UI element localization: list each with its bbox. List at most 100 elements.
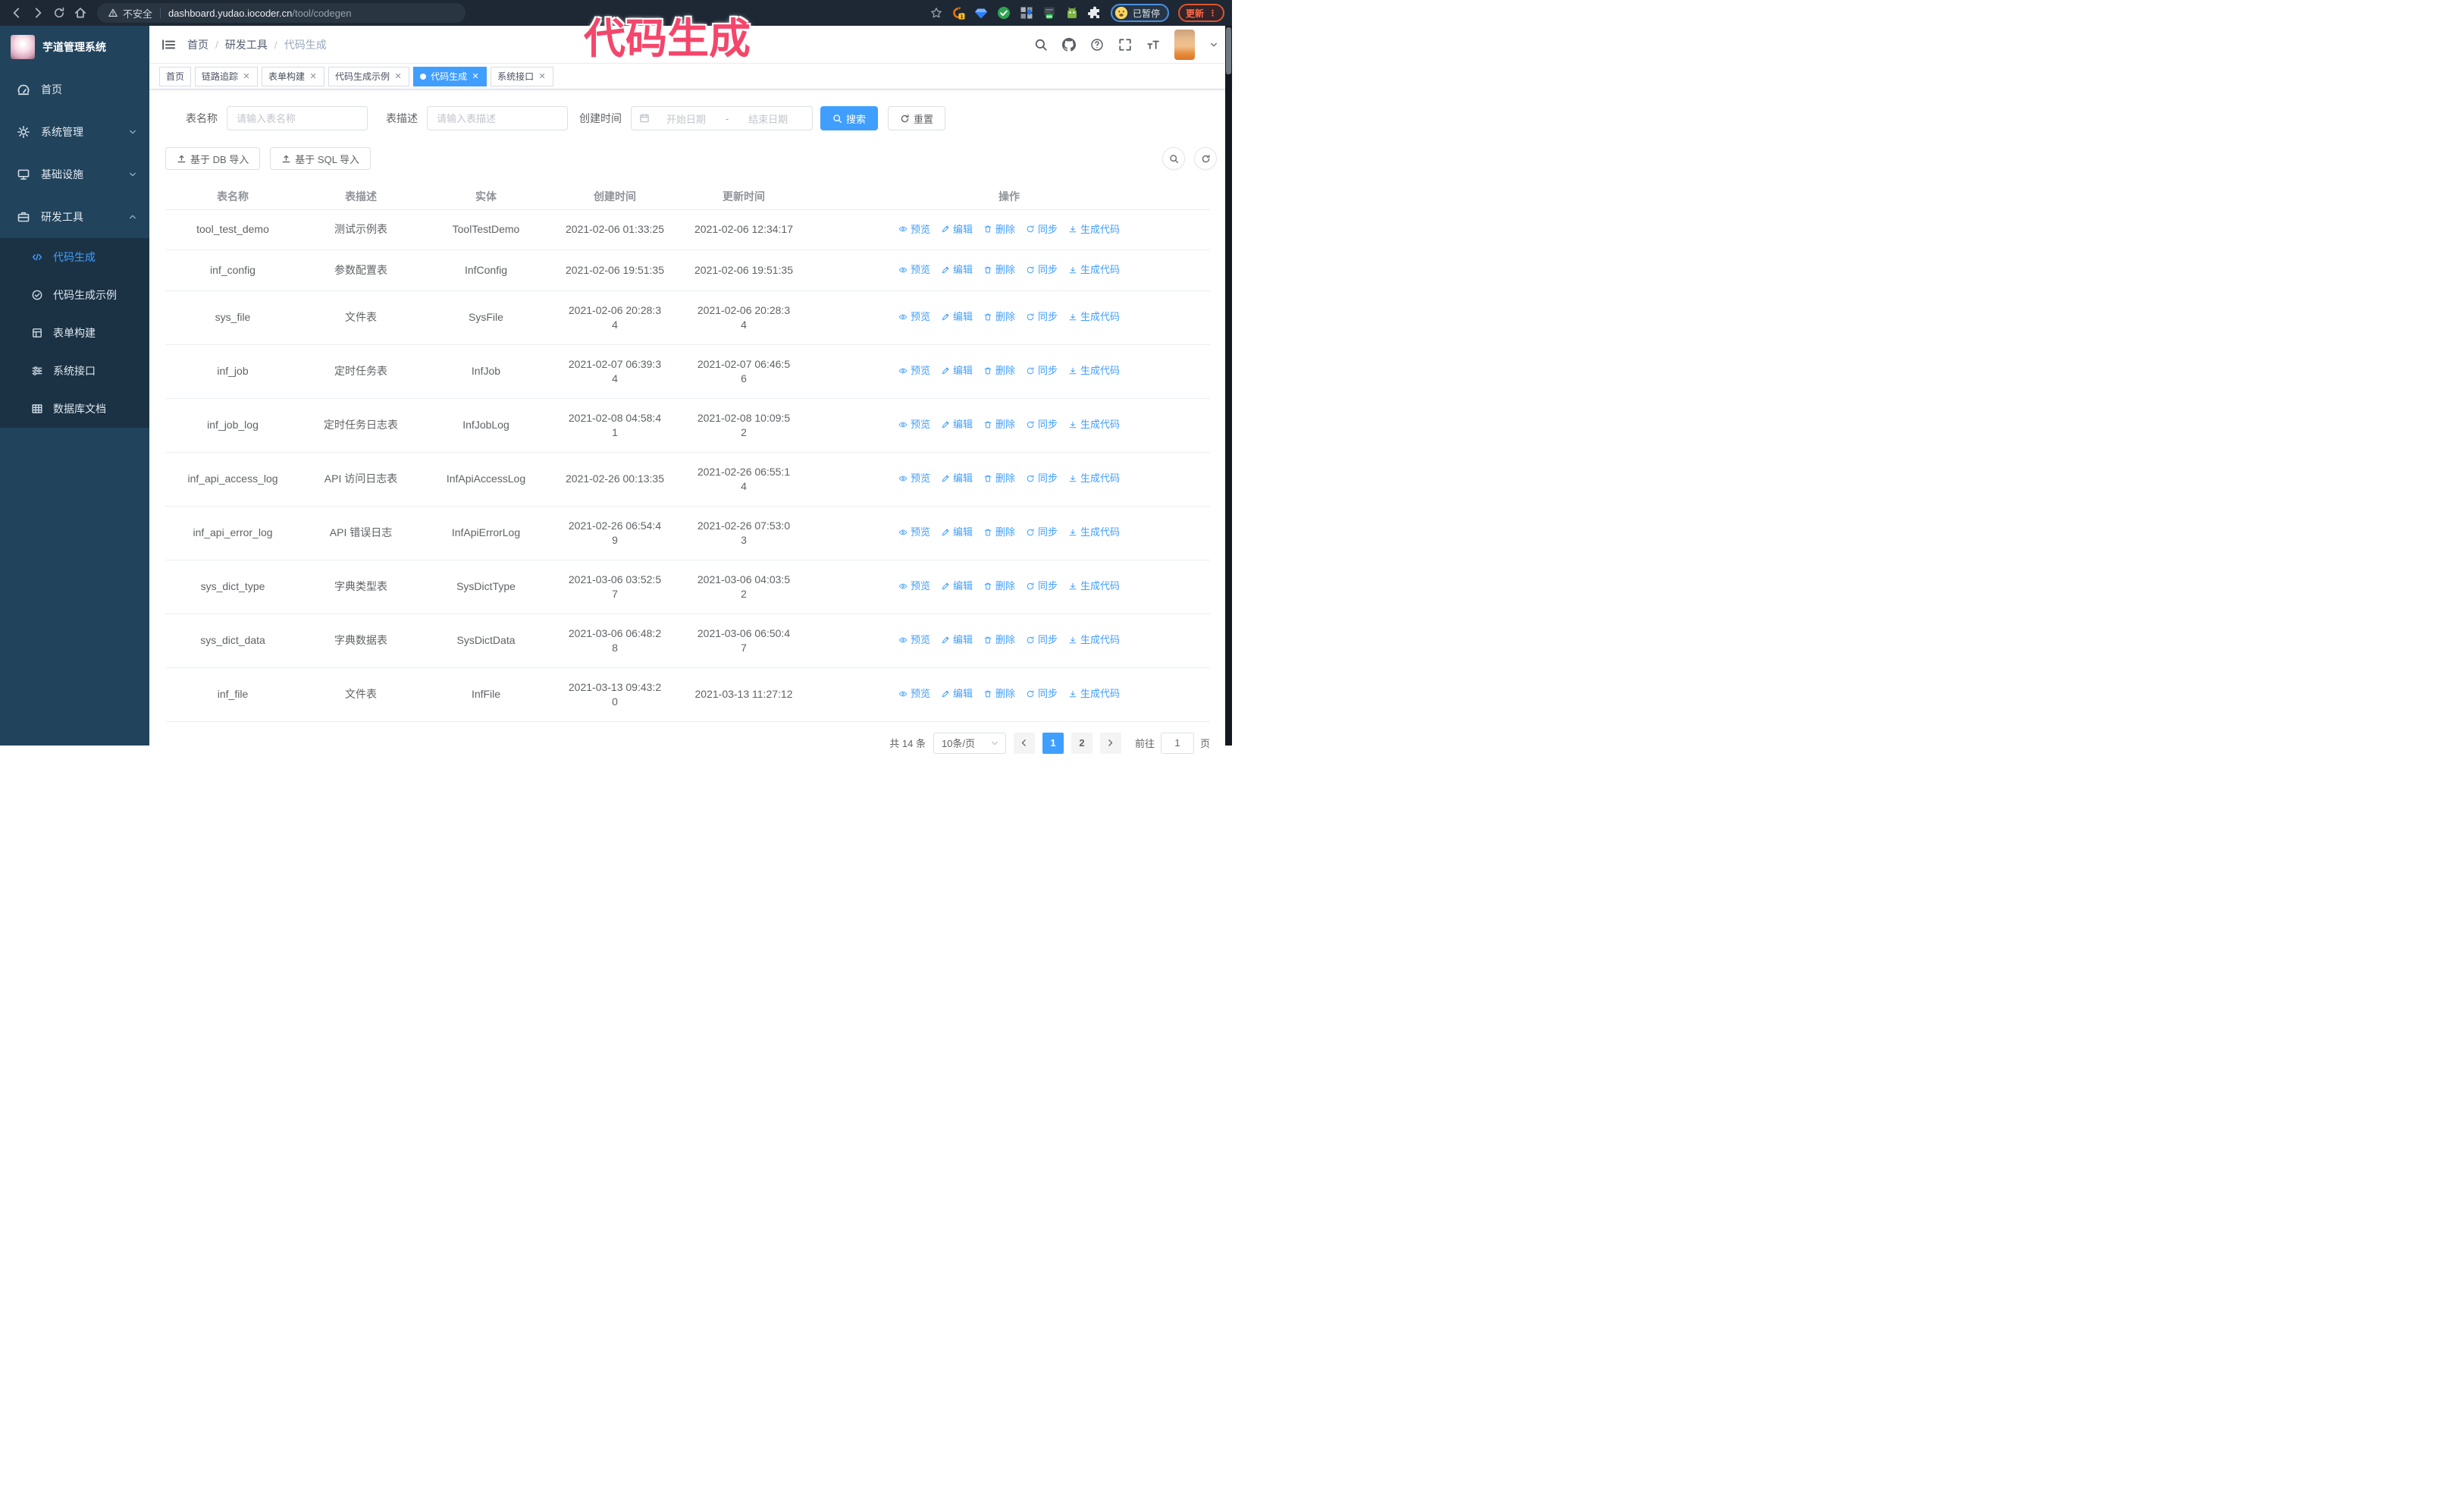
ext-adblock-icon[interactable]: 1 (951, 6, 965, 20)
row-action-link[interactable]: 预览 (898, 262, 930, 277)
row-action-link[interactable]: 生成代码 (1068, 417, 1120, 432)
tab-close-icon[interactable]: ✕ (393, 71, 403, 81)
row-action-link[interactable]: 生成代码 (1068, 686, 1120, 701)
row-action-link[interactable]: 预览 (898, 525, 930, 539)
url-bar[interactable]: 不安全 dashboard.yudao.iocoder.cn/tool/code… (97, 3, 466, 23)
row-action-link[interactable]: 预览 (898, 309, 930, 324)
row-action-link[interactable]: 编辑 (941, 363, 973, 378)
scrollbar-thumb[interactable] (1226, 27, 1231, 74)
row-action-link[interactable]: 删除 (983, 579, 1015, 593)
row-action-link[interactable]: 同步 (1026, 309, 1058, 324)
import-sql-button[interactable]: 基于 SQL 导入 (270, 147, 371, 170)
view-tab[interactable]: 系统接口 ✕ (491, 66, 554, 86)
sidebar-logo[interactable]: 芋道管理系统 (0, 26, 149, 68)
window-scrollbar[interactable] (1225, 26, 1232, 746)
ext-gem-icon[interactable] (974, 6, 988, 20)
github-icon[interactable] (1062, 37, 1076, 52)
row-action-link[interactable]: 删除 (983, 222, 1015, 237)
tab-close-icon[interactable]: ✕ (242, 71, 251, 81)
sidebar-menu-item[interactable]: 研发工具 (0, 196, 149, 238)
row-action-link[interactable]: 预览 (898, 363, 930, 378)
row-action-link[interactable]: 编辑 (941, 471, 973, 485)
fontsize-icon[interactable] (1146, 38, 1160, 52)
hamburger-icon[interactable] (161, 37, 176, 52)
row-action-link[interactable]: 删除 (983, 632, 1015, 647)
view-tab[interactable]: 表单构建 ✕ (262, 66, 325, 86)
row-action-link[interactable]: 生成代码 (1068, 309, 1120, 324)
kebab-menu-icon[interactable]: ⋮ (1208, 8, 1217, 18)
tab-close-icon[interactable]: ✕ (471, 71, 480, 81)
sidebar-menu-item[interactable]: 系统管理 (0, 111, 149, 153)
row-action-link[interactable]: 同步 (1026, 363, 1058, 378)
browser-forward-button[interactable] (27, 2, 49, 24)
row-action-link[interactable]: 同步 (1026, 686, 1058, 701)
breadcrumb-link[interactable]: 首页 (187, 39, 208, 51)
row-action-link[interactable]: 删除 (983, 363, 1015, 378)
user-avatar[interactable] (1174, 29, 1195, 60)
start-date-input[interactable]: 开始日期 (650, 111, 723, 126)
row-action-link[interactable]: 编辑 (941, 525, 973, 539)
fullscreen-icon[interactable] (1118, 38, 1132, 52)
ext-puzzle-icon[interactable] (1087, 6, 1102, 20)
date-range-picker[interactable]: 开始日期 - 结束日期 (631, 106, 813, 130)
row-action-link[interactable]: 同步 (1026, 632, 1058, 647)
row-action-link[interactable]: 预览 (898, 471, 930, 485)
chevron-down-icon[interactable] (1209, 40, 1218, 49)
sidebar-menu-item[interactable]: 基础设施 (0, 153, 149, 196)
row-action-link[interactable]: 同步 (1026, 471, 1058, 485)
row-action-link[interactable]: 生成代码 (1068, 579, 1120, 593)
sidebar-submenu-item[interactable]: 系统接口 (0, 352, 149, 390)
row-action-link[interactable]: 同步 (1026, 222, 1058, 237)
profile-paused-badge[interactable]: 已暂停 (1110, 4, 1169, 22)
question-icon[interactable] (1090, 38, 1104, 52)
next-page-button[interactable] (1099, 732, 1121, 754)
view-tab[interactable]: 链路追踪 ✕ (195, 66, 259, 86)
view-tab[interactable]: 代码生成 ✕ (413, 66, 487, 86)
row-action-link[interactable]: 删除 (983, 262, 1015, 277)
sidebar-submenu-item[interactable]: 代码生成 (0, 238, 149, 276)
page-number-button[interactable]: 1 (1042, 732, 1064, 754)
row-action-link[interactable]: 编辑 (941, 309, 973, 324)
row-action-link[interactable]: 同步 (1026, 262, 1058, 277)
tab-close-icon[interactable]: ✕ (538, 71, 547, 81)
browser-back-button[interactable] (6, 2, 27, 24)
row-action-link[interactable]: 生成代码 (1068, 525, 1120, 539)
row-action-link[interactable]: 同步 (1026, 579, 1058, 593)
row-action-link[interactable]: 编辑 (941, 579, 973, 593)
row-action-link[interactable]: 生成代码 (1068, 262, 1120, 277)
search-icon[interactable] (1034, 38, 1048, 52)
browser-reload-button[interactable] (49, 2, 70, 24)
row-action-link[interactable]: 同步 (1026, 525, 1058, 539)
goto-page-input[interactable] (1160, 732, 1194, 754)
row-action-link[interactable]: 删除 (983, 417, 1015, 432)
browser-home-button[interactable] (70, 2, 91, 24)
row-action-link[interactable]: 预览 (898, 632, 930, 647)
tab-close-icon[interactable]: ✕ (309, 71, 318, 81)
browser-update-button[interactable]: 更新 ⋮ (1177, 4, 1224, 22)
row-action-link[interactable]: 编辑 (941, 632, 973, 647)
breadcrumb-link[interactable]: 研发工具 (225, 39, 268, 51)
page-size-select[interactable]: 10条/页 (933, 732, 1006, 754)
toggle-search-button[interactable] (1162, 147, 1185, 170)
refresh-table-button[interactable] (1194, 147, 1217, 170)
sidebar-submenu-item[interactable]: 数据库文档 (0, 390, 149, 428)
star-icon[interactable] (930, 7, 942, 19)
view-tab[interactable]: 首页 (159, 66, 192, 86)
row-action-link[interactable]: 生成代码 (1068, 222, 1120, 237)
prev-page-button[interactable] (1013, 732, 1035, 754)
sidebar-submenu-item[interactable]: 表单构建 (0, 314, 149, 352)
row-action-link[interactable]: 预览 (898, 579, 930, 593)
row-action-link[interactable]: 编辑 (941, 262, 973, 277)
row-action-link[interactable]: 编辑 (941, 417, 973, 432)
ext-droid-icon[interactable] (1065, 6, 1079, 20)
view-tab[interactable]: 代码生成示例 ✕ (328, 66, 410, 86)
sidebar-submenu-item[interactable]: 代码生成示例 (0, 276, 149, 314)
row-action-link[interactable]: 预览 (898, 222, 930, 237)
row-action-link[interactable]: 编辑 (941, 222, 973, 237)
row-action-link[interactable]: 生成代码 (1068, 471, 1120, 485)
row-action-link[interactable]: 删除 (983, 471, 1015, 485)
row-action-link[interactable]: 删除 (983, 686, 1015, 701)
reset-button[interactable]: 重置 (888, 106, 946, 130)
row-action-link[interactable]: 删除 (983, 525, 1015, 539)
row-action-link[interactable]: 预览 (898, 686, 930, 701)
